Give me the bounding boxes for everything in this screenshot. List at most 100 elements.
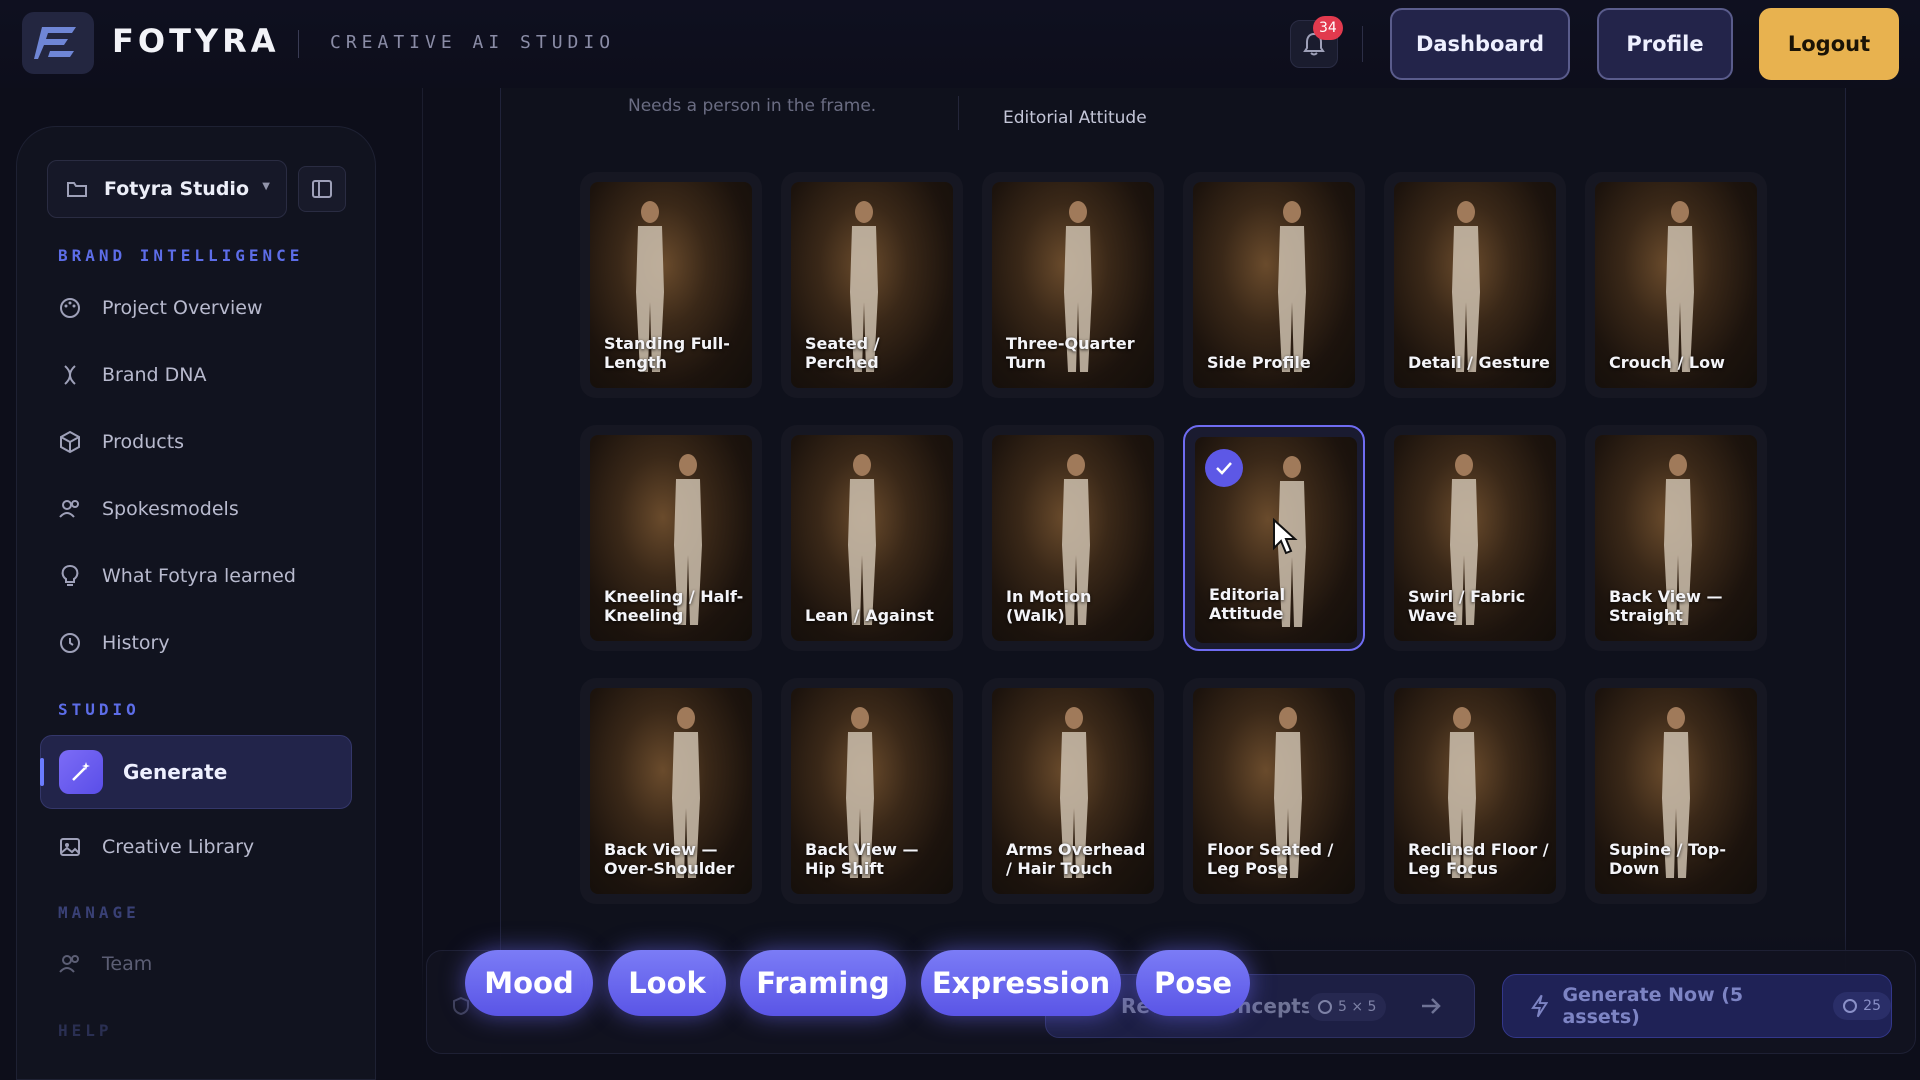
lightning-icon — [1531, 994, 1549, 1018]
pose-card[interactable]: Lean / Against — [781, 425, 963, 651]
pose-label: Arms Overhead / Hair Touch — [1006, 840, 1146, 878]
muted-hint — [452, 996, 470, 1016]
brand-name[interactable]: FOTYRA — [112, 22, 279, 60]
sidebar-item-label: Generate — [123, 760, 228, 784]
sidebar-item-creative-library[interactable]: Creative Library — [58, 827, 254, 867]
selected-pose-caption: Editorial Attitude — [1003, 108, 1147, 128]
tagline: CREATIVE AI STUDIO — [330, 32, 616, 53]
credit-cost: 25 — [1863, 998, 1881, 1014]
pose-card[interactable]: Swirl / Fabric Wave — [1384, 425, 1566, 651]
logout-button[interactable]: Logout — [1759, 8, 1899, 80]
divider — [958, 96, 959, 130]
pose-card[interactable]: Floor Seated / Leg Pose — [1183, 678, 1365, 904]
generate-now-button[interactable]: Generate Now (5 assets) 25 — [1502, 974, 1892, 1038]
pose-label: Reclined Floor / Leg Focus — [1408, 840, 1549, 878]
sidebar-item-team[interactable]: Team — [58, 944, 152, 984]
sidebar-item-generate[interactable]: Generate — [40, 735, 352, 809]
pose-label: Standing Full-Length — [604, 334, 730, 372]
profile-button[interactable]: Profile — [1597, 8, 1733, 80]
box-icon — [60, 430, 80, 454]
pose-label: Side Profile — [1207, 353, 1311, 372]
chevron-down-icon: ▼ — [262, 181, 270, 192]
magic-wand-icon — [59, 750, 103, 794]
pose-card[interactable]: Kneeling / Half-Kneeling — [580, 425, 762, 651]
pose-label: Swirl / Fabric Wave — [1408, 587, 1526, 625]
pose-label: Supine / Top-Down — [1609, 840, 1726, 878]
sidebar-item-project-overview[interactable]: Project Overview — [58, 288, 263, 328]
pose-label: Editorial Attitude — [1209, 585, 1286, 623]
pose-card[interactable]: In Motion (Walk) — [982, 425, 1164, 651]
image-icon — [60, 838, 80, 856]
workspace-selector[interactable]: Fotyra Studio ▼ — [47, 160, 287, 218]
pose-card[interactable]: Standing Full-Length — [580, 172, 762, 398]
checkmark-icon — [1205, 449, 1243, 487]
pose-label: Back View — Over-Shoulder — [604, 840, 735, 878]
pose-label: Kneeling / Half-Kneeling — [604, 587, 744, 625]
sidebar — [16, 126, 376, 1080]
lightbulb-icon — [61, 565, 79, 586]
workspace-name: Fotyra Studio — [104, 178, 249, 200]
pose-label: Floor Seated / Leg Pose — [1207, 840, 1334, 878]
generate-label: Generate Now (5 assets) — [1562, 984, 1744, 1028]
notification-badge: 34 — [1313, 16, 1343, 40]
sidebar-item-products[interactable]: Products — [58, 422, 184, 462]
pose-card[interactable]: Supine / Top-Down — [1585, 678, 1767, 904]
review-count-badge: 5 × 5 — [1308, 993, 1387, 1021]
sidebar-item-label: Team — [102, 953, 153, 975]
pose-label: Back View — Straight — [1609, 587, 1723, 625]
section-label-brand-intelligence: BRAND INTELLIGENCE — [58, 246, 304, 265]
pose-label: Back View — Hip Shift — [805, 840, 919, 878]
sidebar-item-label: Brand DNA — [102, 364, 207, 386]
sidebar-item-label: Products — [102, 431, 185, 453]
users-icon — [59, 500, 79, 518]
pose-label: Detail / Gesture — [1408, 353, 1550, 372]
header-divider — [1362, 26, 1363, 62]
collapse-sidebar-button[interactable] — [298, 166, 346, 212]
top-header: FOTYRA CREATIVE AI STUDIO 34 Dashboard P… — [0, 0, 1920, 88]
credit-cost-badge: 25 — [1833, 992, 1891, 1020]
sidebar-item-brand-dna[interactable]: Brand DNA — [58, 355, 206, 395]
header-divider — [298, 30, 299, 58]
pose-card[interactable]: Seated / Perched — [781, 172, 963, 398]
section-label-help: HELP — [58, 1021, 113, 1040]
sidebar-item-spokesmodels[interactable]: Spokesmodels — [58, 489, 239, 529]
shield-icon — [453, 996, 469, 1016]
pose-card[interactable]: Side Profile — [1183, 172, 1365, 398]
tab-pose[interactable]: Pose — [1136, 950, 1250, 1016]
sidebar-item-label: Creative Library — [102, 836, 255, 858]
coin-icon — [1843, 999, 1858, 1013]
dashboard-button[interactable]: Dashboard — [1390, 8, 1570, 80]
pose-label: In Motion (Walk) — [1006, 587, 1092, 625]
mouse-cursor-icon — [1273, 518, 1298, 555]
arrow-right-icon — [1422, 998, 1441, 1014]
pose-card[interactable]: Back View — Hip Shift — [781, 678, 963, 904]
pose-label: Three-Quarter Turn — [1006, 334, 1135, 372]
tab-look[interactable]: Look — [608, 950, 726, 1016]
sidebar-item-label: Spokesmodels — [102, 498, 239, 520]
pose-card[interactable]: Back View — Straight — [1585, 425, 1767, 651]
pose-card[interactable]: Crouch / Low — [1585, 172, 1767, 398]
folder-icon — [67, 182, 87, 197]
pose-card[interactable]: Reclined Floor / Leg Focus — [1384, 678, 1566, 904]
tab-expression[interactable]: Expression — [921, 950, 1121, 1016]
tab-mood[interactable]: Mood — [465, 950, 593, 1016]
clock-icon — [60, 633, 80, 653]
tab-framing[interactable]: Framing — [740, 950, 906, 1016]
pose-card[interactable]: Arms Overhead / Hair Touch — [982, 678, 1164, 904]
logo-icon[interactable] — [22, 12, 94, 74]
dna-icon — [64, 365, 76, 385]
sidebar-item-label: What Fotyra learned — [102, 565, 296, 587]
section-label-manage: MANAGE — [58, 903, 140, 922]
pose-label: Crouch / Low — [1609, 353, 1725, 372]
pose-card[interactable]: Three-Quarter Turn — [982, 172, 1164, 398]
active-indicator — [40, 758, 44, 786]
pose-label: Seated / Perched — [805, 334, 880, 372]
section-label-studio: STUDIO — [58, 700, 140, 719]
pose-card[interactable]: Detail / Gesture — [1384, 172, 1566, 398]
review-count: 5 × 5 — [1338, 999, 1377, 1015]
palette-icon — [60, 298, 80, 318]
pose-card[interactable]: Back View — Over-Shoulder — [580, 678, 762, 904]
pose-label: Lean / Against — [805, 606, 934, 625]
sidebar-item-what-fotyra-learned[interactable]: What Fotyra learned — [58, 556, 296, 596]
sidebar-item-history[interactable]: History — [58, 623, 170, 663]
